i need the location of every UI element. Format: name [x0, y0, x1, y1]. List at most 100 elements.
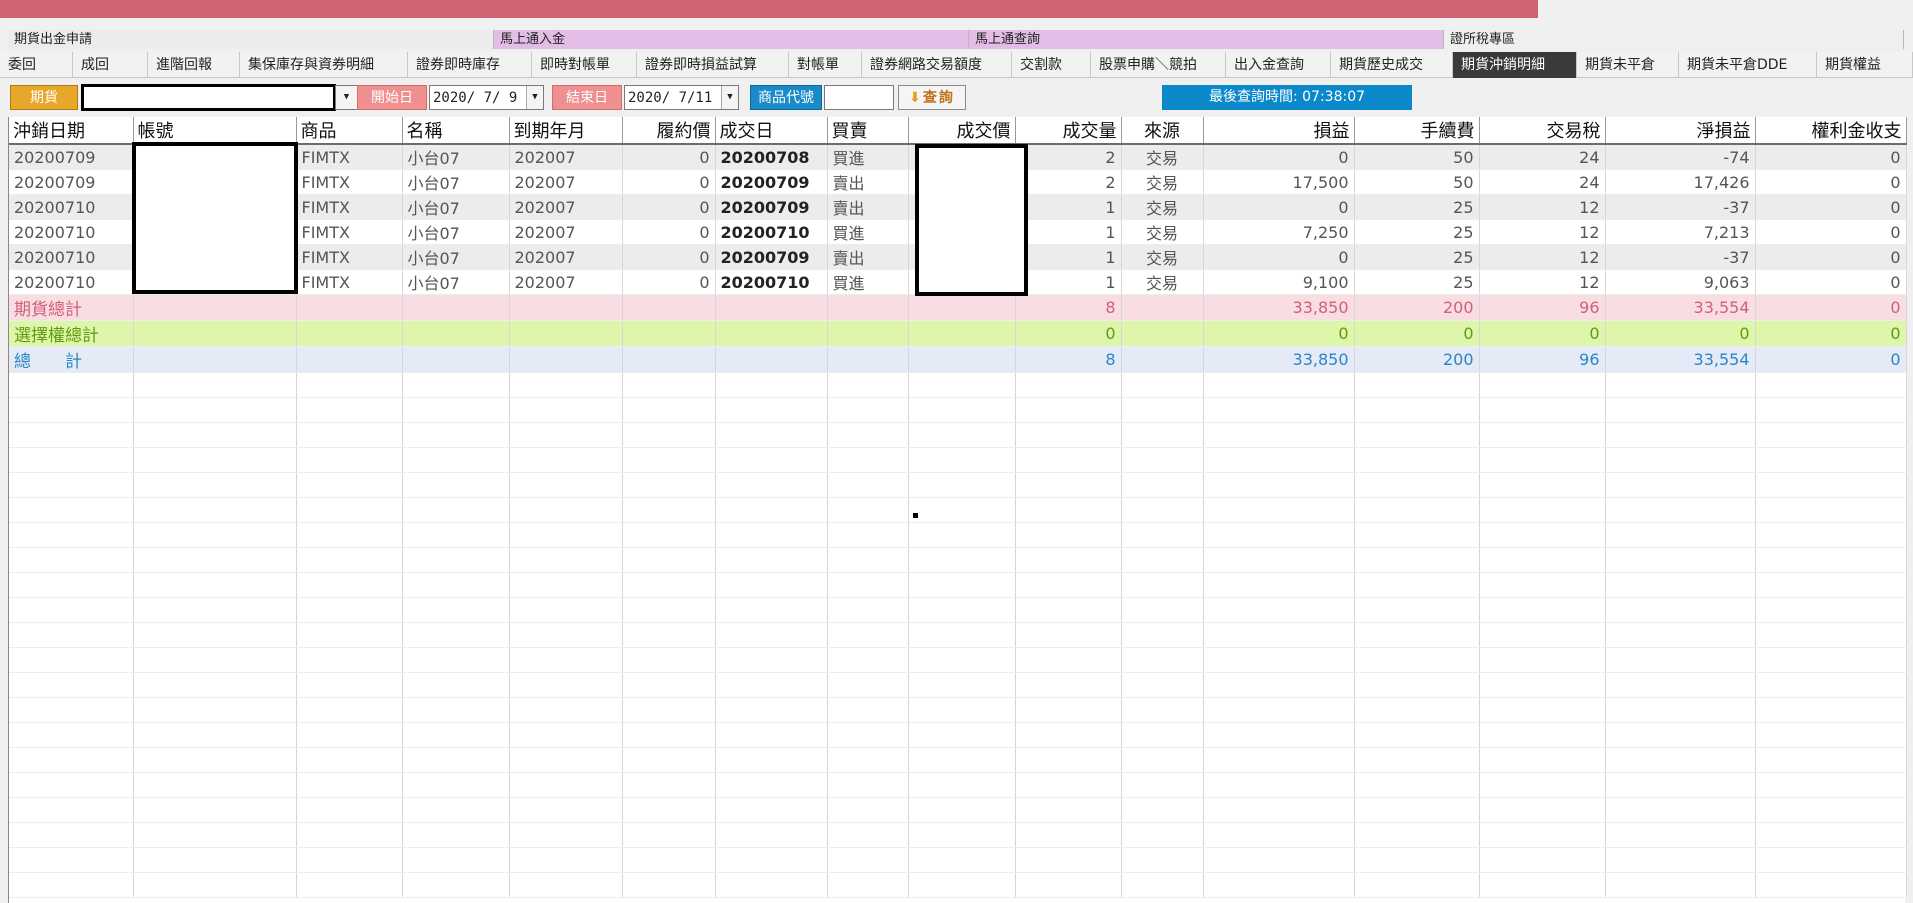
- tab-settlement[interactable]: 交割款: [1012, 52, 1091, 78]
- empty-row: [9, 772, 1907, 798]
- empty-cell: [1605, 397, 1756, 423]
- tab-fund-transfer-query[interactable]: 出入金查詢: [1226, 52, 1331, 78]
- tab-realtime-pnl[interactable]: 證券即時損益試算: [637, 52, 789, 78]
- empty-cell: [1605, 872, 1756, 898]
- empty-row: [9, 797, 1907, 823]
- tab-futures-history[interactable]: 期貨歷史成交: [1331, 52, 1453, 78]
- tab-advanced-report[interactable]: 進階回報: [148, 52, 240, 78]
- empty-cell: [622, 522, 716, 548]
- tab-trading-limit[interactable]: 證券網路交易額度: [862, 52, 1012, 78]
- empty-cell: [402, 822, 510, 848]
- summary-fee: 200: [1354, 346, 1480, 373]
- query-button[interactable]: ⬇查詢: [898, 85, 966, 110]
- empty-cell: [715, 847, 828, 873]
- tab-futures-equity[interactable]: 期貨權益: [1817, 52, 1913, 78]
- empty-cell: [133, 372, 297, 398]
- empty-cell: [296, 422, 403, 448]
- summary-empty-cell: [715, 346, 828, 373]
- table-cell: FIMTX: [296, 219, 403, 245]
- col-trade-date[interactable]: 成交日: [715, 117, 828, 145]
- col-fee[interactable]: 手續費: [1354, 117, 1480, 145]
- empty-cell: [296, 872, 403, 898]
- section-query[interactable]: 馬上通查詢: [969, 30, 1444, 49]
- empty-cell: [402, 622, 510, 648]
- col-premium[interactable]: 權利金收支: [1755, 117, 1907, 145]
- tab-custody-detail[interactable]: 集保庫存與資券明細: [240, 52, 408, 78]
- tab-statement[interactable]: 對帳單: [789, 52, 862, 78]
- col-net-pnl[interactable]: 淨損益: [1605, 117, 1756, 145]
- empty-cell: [1605, 472, 1756, 498]
- section-deposit[interactable]: 馬上通入金: [494, 30, 969, 49]
- col-side[interactable]: 買賣: [827, 117, 909, 145]
- empty-cell: [1203, 797, 1355, 823]
- col-tax[interactable]: 交易稅: [1479, 117, 1606, 145]
- empty-cell: [622, 372, 716, 398]
- chevron-down-icon[interactable]: ▼: [721, 86, 738, 109]
- col-offset-date[interactable]: 沖銷日期: [9, 117, 134, 145]
- table-cell: 小台07: [402, 269, 510, 295]
- empty-cell: [1015, 422, 1122, 448]
- product-code-input[interactable]: [824, 85, 894, 110]
- empty-cell: [622, 397, 716, 423]
- table-cell: 20200709: [715, 194, 828, 220]
- table-cell: 1: [1015, 244, 1122, 270]
- empty-cell: [827, 422, 909, 448]
- empty-cell: [1605, 647, 1756, 673]
- empty-cell: [1015, 822, 1122, 848]
- empty-cell: [1203, 447, 1355, 473]
- table-cell: 賣出: [827, 244, 909, 270]
- offset-detail-grid[interactable]: 沖銷日期 帳號 商品 名稱 到期年月 履約價 成交日 買賣 成交價 成交量 來源…: [8, 117, 1907, 903]
- empty-cell: [509, 572, 623, 598]
- grand-total-row[interactable]: 總 計 8 33,850 200 96 33,554 0: [9, 346, 1907, 373]
- table-cell: 24: [1479, 169, 1606, 195]
- account-dropdown-button[interactable]: ▼: [335, 85, 358, 110]
- col-qty[interactable]: 成交量: [1015, 117, 1122, 145]
- empty-cell: [715, 547, 828, 573]
- tab-ipo-auction[interactable]: 股票申購＼競拍: [1091, 52, 1226, 78]
- col-account[interactable]: 帳號: [133, 117, 297, 145]
- empty-cell: [296, 397, 403, 423]
- empty-cell: [1605, 722, 1756, 748]
- tab-realtime-statement[interactable]: 即時對帳單: [532, 52, 637, 78]
- empty-cell: [9, 372, 134, 398]
- empty-cell: [1354, 422, 1480, 448]
- empty-cell: [1015, 747, 1122, 773]
- start-date-picker[interactable]: 2020/ 7/ 9 ▼: [429, 85, 544, 110]
- tab-stock-inventory[interactable]: 證券即時庫存: [408, 52, 532, 78]
- empty-cell: [827, 622, 909, 648]
- empty-cell: [827, 797, 909, 823]
- tab-futures-open-dde[interactable]: 期貨未平倉DDE: [1679, 52, 1817, 78]
- summary-empty-cell: [827, 294, 909, 321]
- empty-cell: [1479, 872, 1606, 898]
- col-strike[interactable]: 履約價: [622, 117, 716, 145]
- empty-cell: [622, 472, 716, 498]
- col-expiry[interactable]: 到期年月: [509, 117, 623, 145]
- section-tax[interactable]: 證所稅專區: [1444, 30, 1904, 49]
- empty-cell: [1605, 447, 1756, 473]
- section-withdraw[interactable]: 期貨出金申請: [8, 30, 494, 49]
- tab-futures-open-positions[interactable]: 期貨未平倉: [1577, 52, 1679, 78]
- col-source[interactable]: 來源: [1121, 117, 1204, 145]
- col-name[interactable]: 名稱: [402, 117, 510, 145]
- col-product[interactable]: 商品: [296, 117, 403, 145]
- col-pnl[interactable]: 損益: [1203, 117, 1355, 145]
- empty-cell: [9, 547, 134, 573]
- options-total-row[interactable]: 選擇權總計 0 0 0 0 0 0: [9, 320, 1907, 347]
- account-select[interactable]: [81, 84, 336, 111]
- futures-total-row[interactable]: 期貨總計 8 33,850 200 96 33,554 0: [9, 294, 1907, 321]
- empty-cell: [1479, 497, 1606, 523]
- tab-fill-report[interactable]: 成回: [73, 52, 148, 78]
- query-button-label: 查詢: [922, 90, 955, 106]
- tab-futures-offset-detail[interactable]: 期貨沖銷明細: [1453, 52, 1577, 78]
- end-date-picker[interactable]: 2020/ 7/11 ▼: [624, 85, 739, 110]
- table-cell: -74: [1605, 144, 1756, 170]
- col-price[interactable]: 成交價: [908, 117, 1016, 145]
- end-date-value: 2020/ 7/11: [628, 90, 713, 106]
- empty-cell: [1479, 847, 1606, 873]
- tab-order-report[interactable]: 委回: [0, 52, 73, 78]
- market-label[interactable]: 期貨: [10, 85, 78, 110]
- empty-cell: [9, 522, 134, 548]
- empty-cell: [133, 772, 297, 798]
- empty-cell: [827, 522, 909, 548]
- chevron-down-icon[interactable]: ▼: [526, 86, 543, 109]
